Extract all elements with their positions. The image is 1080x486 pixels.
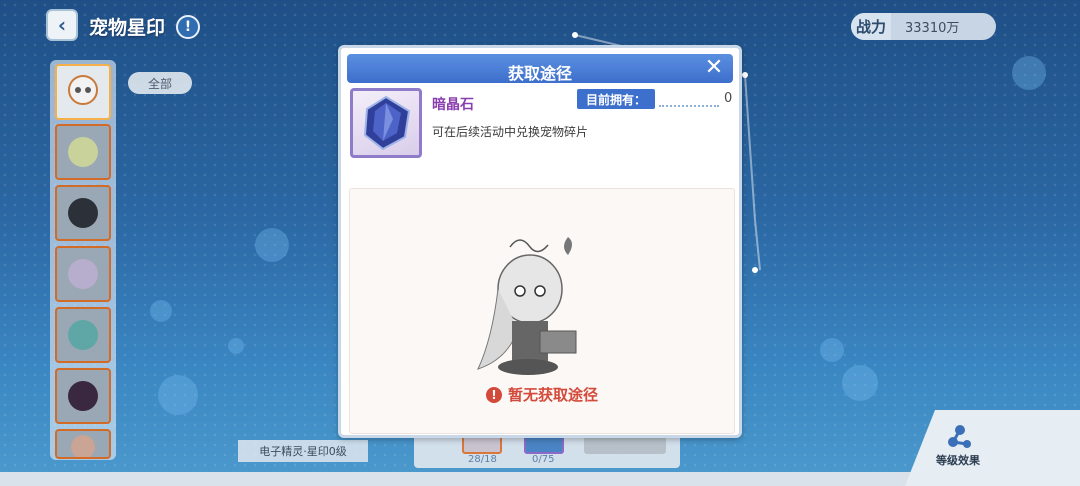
power-value: 33310万 — [905, 21, 960, 36]
bg-bubble — [228, 338, 244, 354]
modal-header: 获取途径 ✕ — [347, 54, 733, 83]
pet-avatar-icon — [71, 435, 95, 457]
item-description: 可在后续活动中兑换宠物碎片 — [432, 125, 589, 139]
bg-bubble — [255, 228, 289, 262]
network-icon — [948, 425, 971, 448]
pet-slot[interactable] — [55, 429, 111, 459]
pet-avatar-icon — [68, 137, 98, 167]
acquisition-modal: 获取途径 ✕ 暗晶石 目前拥有： 0 可在后续活动中兑换宠物碎片 ! 暂无获取途… — [338, 45, 742, 438]
info-button[interactable]: ! — [176, 15, 200, 39]
pet-level-label: 电子精灵·星印0级 — [238, 440, 368, 462]
pet-slot[interactable] — [55, 64, 111, 120]
pet-slot[interactable] — [55, 124, 111, 180]
item-name: 暗晶石 — [432, 97, 474, 113]
exclamation-icon: ! — [184, 19, 192, 35]
material-count: 0/75 — [532, 454, 555, 465]
owned-divider — [659, 105, 719, 107]
bg-bubble — [150, 300, 172, 322]
pet-avatar-icon — [68, 75, 98, 105]
close-button[interactable]: ✕ — [703, 57, 725, 79]
owned-value: 0 — [724, 91, 733, 106]
page-title: 宠物星印 — [89, 17, 166, 39]
pet-avatar-icon — [68, 320, 98, 350]
acquisition-list-empty: ! 暂无获取途径 — [349, 188, 735, 434]
empty-message-text: 暂无获取途径 — [507, 386, 598, 404]
power-display: 战力 33310万 — [851, 13, 996, 40]
material-count: 28/18 — [468, 454, 497, 465]
dark-crystal-icon — [363, 95, 411, 151]
empty-message: ! 暂无获取途径 — [350, 384, 734, 405]
filter-all-button[interactable]: 全部 — [128, 72, 192, 94]
pet-slot[interactable] — [55, 185, 111, 241]
close-icon: ✕ — [704, 55, 724, 80]
bg-bubble — [158, 375, 198, 415]
pet-slot[interactable] — [55, 368, 111, 424]
item-icon-frame — [350, 88, 422, 158]
bg-bubble — [1012, 56, 1046, 90]
modal-title: 获取途径 — [507, 64, 572, 83]
pet-slot[interactable] — [55, 246, 111, 302]
pet-avatar-icon — [68, 381, 98, 411]
pet-avatar-icon — [68, 198, 98, 228]
warning-icon: ! — [485, 386, 502, 403]
power-label: 战力 — [851, 13, 891, 40]
pet-avatar-icon — [68, 259, 98, 289]
owned-label: 目前拥有： — [577, 89, 655, 109]
level-effect-label: 等级效果 — [936, 454, 980, 467]
pet-list-sidebar[interactable] — [50, 60, 116, 460]
chevron-left-icon: ‹ — [57, 13, 67, 37]
back-button[interactable]: ‹ — [46, 9, 78, 41]
level-effect-button[interactable] — [905, 410, 1080, 486]
bg-bubble — [842, 365, 878, 401]
empty-state-illustration — [477, 237, 577, 375]
pet-slot[interactable] — [55, 307, 111, 363]
bg-bubble — [820, 338, 844, 362]
